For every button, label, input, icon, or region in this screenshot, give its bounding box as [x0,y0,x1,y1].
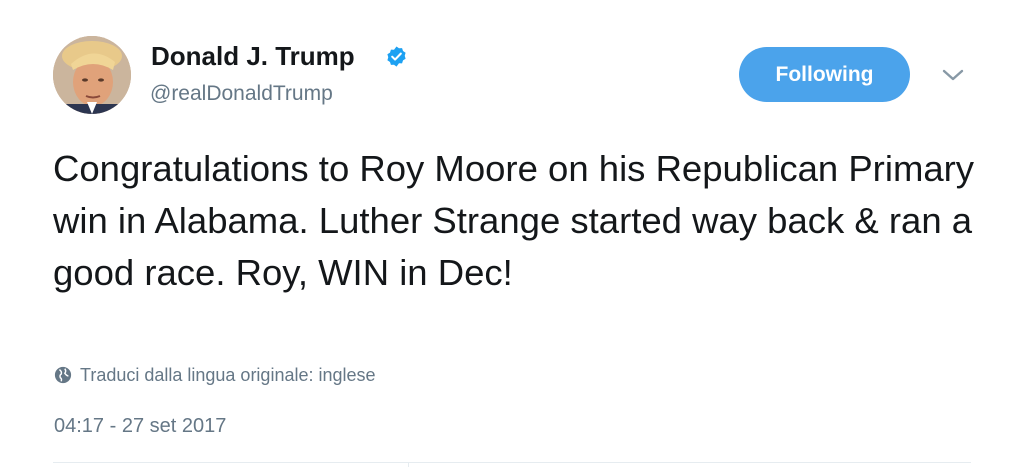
avatar[interactable] [53,36,131,114]
translate-link[interactable]: Traduci dalla lingua originale: inglese [54,362,376,388]
following-button[interactable]: Following [739,47,910,102]
profile-photo [53,36,131,114]
chevron-down-icon[interactable] [940,66,966,84]
tweet-text: Congratulations to Roy Moore on his Repu… [53,148,975,293]
user-handle[interactable]: @realDonaldTrump [150,80,333,108]
divider-tick [408,462,409,467]
globe-icon [54,366,72,384]
display-name[interactable]: Donald J. Trump [151,40,355,72]
divider [53,462,971,463]
tweet-timestamp[interactable]: 04:17 - 27 set 2017 [54,412,226,440]
translate-label: Traduci dalla lingua originale: inglese [80,365,376,385]
verified-badge-icon [387,46,406,67]
